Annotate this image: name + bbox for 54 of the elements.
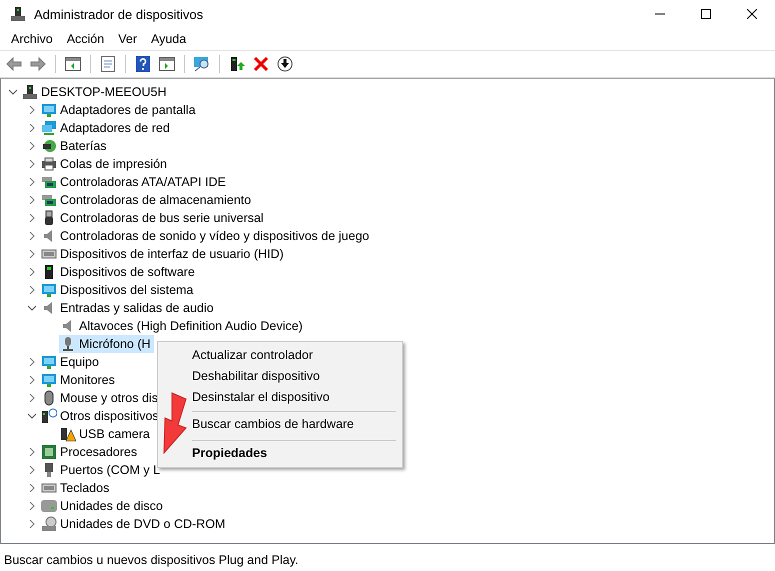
device-icon [41,498,57,514]
device-icon [41,102,57,118]
device-icon [41,408,57,424]
device-icon [41,120,57,136]
tree-item[interactable]: Dispositivos del sistema [40,281,196,299]
device-icon [41,516,57,532]
tree-item[interactable]: Otros dispositivos [40,407,162,425]
tree-item[interactable]: Teclados [40,479,112,497]
device-icon [41,174,57,190]
tree-item[interactable]: Controladoras de sonido y vídeo y dispositivos de juego [40,227,372,245]
tree-item[interactable]: Procesadores [40,443,140,461]
maximize-icon [701,9,711,19]
device-icon [41,372,57,388]
menu-item[interactable]: Actualizar controlador [192,344,396,365]
tree-item[interactable]: Adaptadores de pantalla [40,101,199,119]
tree-item[interactable]: Equipo [40,353,102,371]
menu-item[interactable]: Deshabilitar dispositivo [192,365,396,386]
tree-item[interactable]: Dispositivos de software [40,263,198,281]
device-icon [60,336,76,352]
menu-item[interactable]: Propiedades [192,440,396,465]
tree-item[interactable]: USB camera [59,425,153,443]
device-icon [41,138,57,154]
tree-item[interactable]: DESKTOP-MEEOU5H [21,83,170,101]
device-icon [60,426,76,442]
menu-item[interactable]: Archivo [4,30,60,48]
window-title: Administrador de dispositivos [34,6,204,22]
tree-item[interactable]: Colas de impresión [40,155,170,173]
tree-item[interactable]: Unidades de disco [40,497,166,515]
device-icon [41,282,57,298]
app-icon [10,6,26,22]
tree-item[interactable]: Baterías [40,137,110,155]
tree-item[interactable]: Unidades de DVD o CD-ROM [40,515,228,533]
tree-item[interactable]: Controladoras ATA/ATAPI IDE [40,173,229,191]
menu-item[interactable]: Ver [111,30,144,48]
tree-item[interactable]: Micrófono (H [59,335,154,353]
device-icon [41,354,57,370]
menu-item[interactable]: Ayuda [144,30,194,48]
status-text: Buscar cambios u nuevos dispositivos Plug and Play. [4,552,298,566]
menu-item[interactable]: Buscar cambios de hardware [192,411,396,436]
menu-item[interactable]: Acción [60,30,112,48]
device-icon [41,156,57,172]
device-icon [41,192,57,208]
tree-item[interactable]: Altavoces (High Definition Audio Device) [59,317,306,335]
device-icon [22,84,38,100]
tree-item[interactable]: Adaptadores de red [40,119,173,137]
close-icon [747,9,757,19]
tree-item[interactable]: Dispositivos de interfaz de usuario (HID) [40,245,287,263]
tree-item[interactable]: Controladoras de almacenamiento [40,191,254,209]
device-icon [41,444,57,460]
tree-item[interactable]: Puertos (COM y L [40,461,164,479]
tree-item[interactable]: Monitores [40,371,118,389]
tree-item[interactable]: Controladoras de bus serie universal [40,209,267,227]
tree-item[interactable]: Entradas y salidas de audio [40,299,217,317]
menu-item[interactable]: Desinstalar el dispositivo [192,386,396,407]
